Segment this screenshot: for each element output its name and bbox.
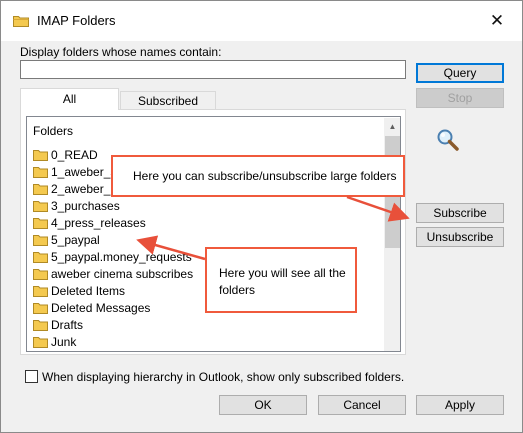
subscribe-callout-text: Here you can subscribe/unsubscribe large… bbox=[133, 169, 397, 183]
folder-icon bbox=[33, 269, 48, 280]
tab-all[interactable]: All bbox=[20, 88, 119, 110]
magnifier-icon bbox=[437, 129, 459, 151]
folder-list-header: Folders bbox=[33, 124, 74, 138]
title-bar: IMAP Folders ✕ bbox=[1, 1, 522, 41]
filter-label: Display folders whose names contain: bbox=[20, 45, 222, 59]
folder-icon bbox=[33, 218, 48, 229]
subscribe-callout: Here you can subscribe/unsubscribe large… bbox=[111, 155, 405, 197]
close-button[interactable]: ✕ bbox=[475, 5, 519, 37]
subscribed-only-label: When displaying hierarchy in Outlook, sh… bbox=[42, 370, 405, 384]
ok-button[interactable]: OK bbox=[219, 395, 307, 415]
folder-icon bbox=[33, 184, 48, 195]
tab-panel: Folders 0_READ 1_aweber_su 2_aweber_ur 3… bbox=[20, 109, 406, 355]
stop-button[interactable]: Stop bbox=[416, 88, 504, 108]
folder-icon bbox=[13, 16, 29, 27]
folder-name: 4_press_releases bbox=[51, 216, 146, 230]
apply-button[interactable]: Apply bbox=[416, 395, 504, 415]
subscribed-only-checkbox[interactable] bbox=[25, 370, 38, 383]
folder-name: aweber cinema subscribes bbox=[51, 267, 194, 281]
folder-list[interactable]: Folders 0_READ 1_aweber_su 2_aweber_ur 3… bbox=[26, 116, 401, 352]
folders-callout-text: Here you will see all the folders bbox=[219, 266, 346, 297]
query-button[interactable]: Query bbox=[416, 63, 504, 83]
folder-name: 3_purchases bbox=[51, 199, 120, 213]
folder-name: Junk bbox=[51, 335, 77, 349]
folder-icon bbox=[33, 337, 48, 348]
scroll-up-arrow-icon[interactable]: ▲ bbox=[384, 118, 400, 135]
folder-name: Deleted Items bbox=[51, 284, 126, 298]
folder-icon bbox=[33, 252, 48, 263]
subscribe-button[interactable]: Subscribe bbox=[416, 203, 504, 223]
folder-icon bbox=[33, 235, 48, 246]
folder-name: Drafts bbox=[51, 318, 84, 332]
vertical-scrollbar[interactable]: ▲ bbox=[384, 118, 400, 351]
folder-name: Deleted Messages bbox=[51, 301, 151, 315]
unsubscribe-button[interactable]: Unsubscribe bbox=[416, 227, 504, 247]
folder-name: 5_paypal bbox=[51, 233, 100, 247]
folder-icon bbox=[33, 286, 48, 297]
folder-name: 5_paypal.money_requests bbox=[51, 250, 192, 264]
folder-icon bbox=[33, 201, 48, 212]
window-title: IMAP Folders bbox=[37, 13, 116, 28]
folder-name: 0_READ bbox=[51, 148, 98, 162]
cancel-button[interactable]: Cancel bbox=[318, 395, 406, 415]
folder-icon bbox=[33, 150, 48, 161]
folder-icon bbox=[33, 320, 48, 331]
folders-callout: Here you will see all the folders bbox=[205, 247, 357, 313]
tab-subscribed[interactable]: Subscribed bbox=[120, 91, 216, 110]
folder-icon bbox=[33, 303, 48, 314]
folder-icon bbox=[33, 167, 48, 178]
close-icon: ✕ bbox=[489, 11, 505, 30]
folder-filter-input[interactable] bbox=[20, 60, 406, 79]
imap-folders-dialog: IMAP Folders ✕ Display folders whose nam… bbox=[0, 0, 523, 433]
